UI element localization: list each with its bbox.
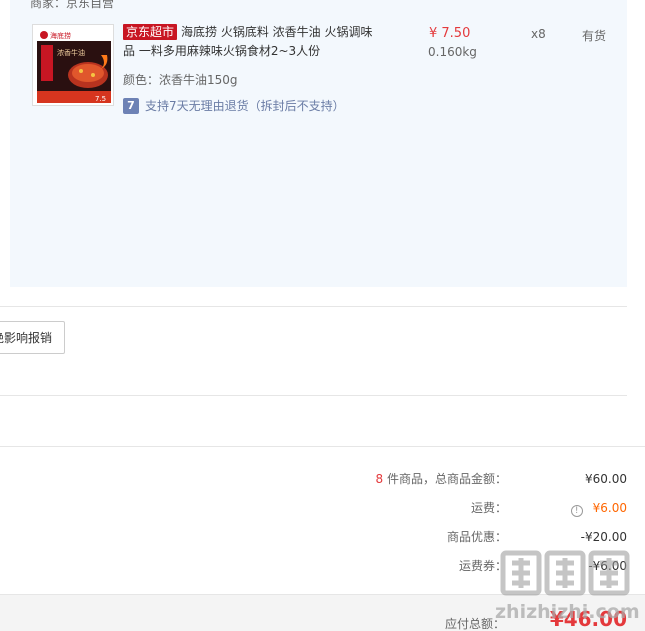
product-image: 海底捞 浓香牛油 7.5 bbox=[33, 25, 113, 105]
quantity: x8 bbox=[531, 27, 546, 41]
unit-weight: 0.160kg bbox=[428, 45, 477, 59]
summary-shipping-row: 运费： ! ¥6.00 bbox=[0, 498, 645, 518]
coupon-value: -¥6.00 bbox=[588, 559, 627, 573]
discount-value: -¥20.00 bbox=[580, 530, 627, 544]
discount-label: 商品优惠： bbox=[446, 530, 507, 544]
summary-coupon-row: 运费券： -¥6.00 bbox=[0, 556, 645, 576]
product-title[interactable]: 京东超市 海底捞 火锅底料 浓香牛油 火锅调味品 一料多用麻辣味火锅食材2~3人份 bbox=[123, 23, 373, 61]
thumb-price-tag: 7.5 bbox=[95, 95, 106, 103]
unit-price: ¥ 7.50 bbox=[429, 26, 471, 41]
returns-policy: 7 支持7天无理由退货（拆封后不支持） bbox=[123, 97, 345, 114]
goods-total-value: ¥60.00 bbox=[585, 472, 627, 486]
total-label: 应付总额： bbox=[444, 617, 505, 631]
divider bbox=[0, 446, 645, 447]
product-attribute: 颜色：浓香牛油150g bbox=[123, 73, 238, 87]
goods-total-label: 8 件商品，总商品金额： bbox=[375, 472, 507, 486]
shipping-label: 运费： bbox=[470, 501, 507, 515]
product-thumbnail[interactable]: 海底捞 浓香牛油 7.5 bbox=[32, 24, 114, 106]
cart-item-panel: 商家：京东自营 海底捞 浓香牛油 7.5 京东超市 海底捞 火锅底料 浓香牛油 火… bbox=[10, 0, 627, 287]
stock-status: 有货 bbox=[582, 29, 607, 43]
thumb-brand: 海底捞 bbox=[50, 31, 71, 40]
total-value: ¥46.00 bbox=[549, 607, 627, 631]
total-bar: 应付总额： ¥46.00 bbox=[0, 594, 645, 631]
divider bbox=[0, 306, 627, 307]
divider bbox=[0, 395, 627, 396]
coupon-label: 运费券： bbox=[458, 559, 507, 573]
shipping-value: ! ¥6.00 bbox=[570, 498, 627, 518]
item-count: 8 bbox=[375, 472, 384, 486]
invoice-button[interactable]: 绝影响报销 bbox=[0, 321, 65, 354]
returns-policy-text: 支持7天无理由退货（拆封后不支持） bbox=[145, 99, 345, 113]
jd-supermarket-tag: 京东超市 bbox=[123, 24, 178, 40]
thumb-product-text: 浓香牛油 bbox=[57, 48, 85, 57]
seven-day-return-icon: 7 bbox=[123, 97, 139, 114]
summary-discount-row: 商品优惠： -¥20.00 bbox=[0, 527, 645, 547]
info-icon[interactable]: ! bbox=[570, 505, 583, 517]
seller-label: 商家：京东自营 bbox=[30, 0, 115, 10]
summary-goods-row: 8 件商品，总商品金额： ¥60.00 bbox=[0, 469, 645, 489]
